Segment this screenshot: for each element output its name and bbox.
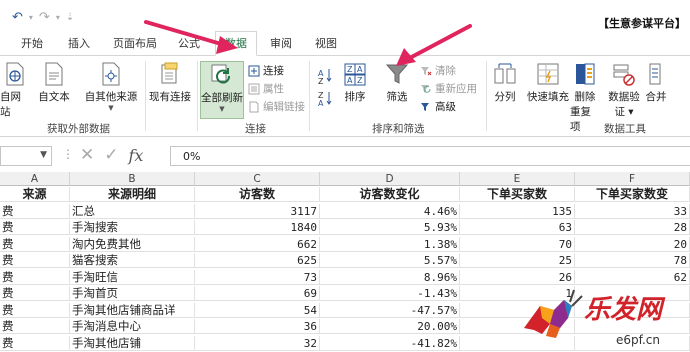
annotation-arrows [144, 20, 472, 66]
arrow-to-data-tab-icon [144, 20, 238, 54]
arrow-to-filter-icon [396, 24, 472, 66]
